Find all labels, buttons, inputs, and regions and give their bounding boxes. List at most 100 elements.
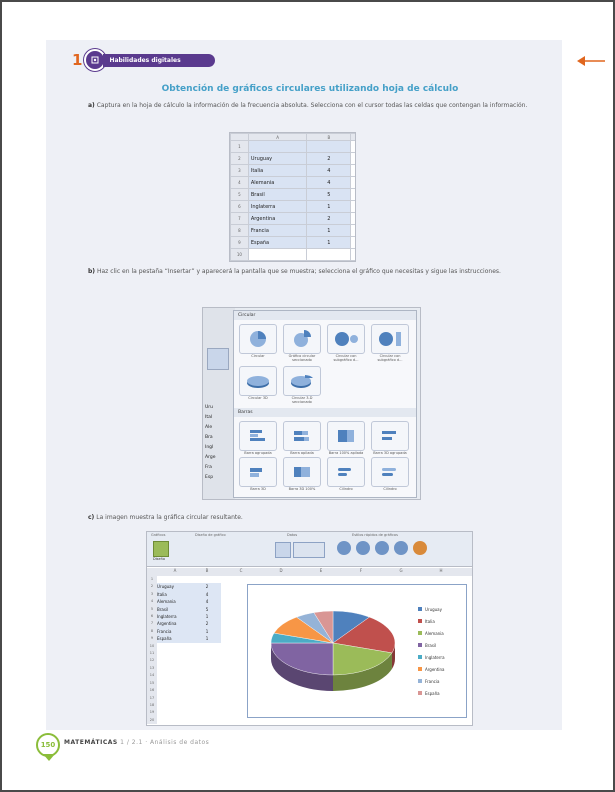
row-header[interactable]: 5	[147, 606, 157, 613]
chart-layout-icon[interactable]	[153, 541, 169, 557]
column-header[interactable]: A	[247, 133, 308, 141]
cell-country[interactable]	[157, 650, 193, 657]
cell-value[interactable]: 1	[306, 224, 352, 237]
row-header[interactable]: 18	[147, 702, 157, 709]
row-header[interactable]: 7	[147, 620, 157, 627]
cell-value[interactable]: 5	[193, 606, 221, 613]
gallery-item[interactable]: Barra apilada	[281, 421, 323, 455]
chart-style-icon[interactable]	[337, 541, 351, 555]
cell-value[interactable]: 4	[193, 591, 221, 598]
cell-value[interactable]: 1	[193, 628, 221, 635]
cell-value[interactable]	[193, 679, 221, 686]
chart-area[interactable]: Uruguay Italia Alemania Brasil Inglaterra Arg…	[247, 584, 467, 718]
chart-style-icon[interactable]	[394, 541, 408, 555]
cell-value[interactable]	[193, 716, 221, 723]
cell-country[interactable]: Francia	[247, 224, 308, 237]
cell-country[interactable]: Inglaterra	[157, 613, 193, 620]
cell-country[interactable]: Italia	[157, 591, 193, 598]
row-header[interactable]: 20	[147, 717, 157, 724]
row-header[interactable]: 3	[147, 591, 157, 598]
cell-country[interactable]	[157, 702, 193, 709]
cell-country[interactable]	[157, 679, 193, 686]
cell-value[interactable]	[193, 702, 221, 709]
cell-country[interactable]: España	[247, 236, 308, 249]
cell-value[interactable]: 2	[193, 620, 221, 627]
row-header[interactable]: 19	[147, 709, 157, 716]
cell-value[interactable]: 4	[306, 164, 352, 177]
cell-value[interactable]: 2	[306, 152, 352, 165]
gallery-item[interactable]: Barra 100% apilada	[325, 421, 367, 455]
gallery-item[interactable]: Barra 3D	[237, 457, 279, 491]
switch-data-icon[interactable]	[275, 542, 291, 558]
cell-value[interactable]: 5	[306, 188, 352, 201]
row-header[interactable]: 1	[147, 576, 157, 583]
cell-value[interactable]: 1	[306, 236, 352, 249]
gallery-item[interactable]: Circular 3D	[237, 366, 279, 404]
gallery-item[interactable]: Barra 3D agrupada	[369, 421, 411, 455]
gallery-item[interactable]: Cilindro	[325, 457, 367, 491]
cell-country[interactable]: Alemania	[247, 176, 308, 189]
select-data-icon[interactable]	[293, 542, 325, 558]
cell-value[interactable]	[193, 709, 221, 716]
cell-country[interactable]: Francia	[157, 628, 193, 635]
gallery-item[interactable]: Cilindro	[369, 457, 411, 491]
cell-country[interactable]	[157, 665, 193, 672]
cell-country[interactable]: Alemania	[157, 598, 193, 605]
column-header[interactable]: C	[350, 133, 355, 141]
cell-value[interactable]	[193, 687, 221, 694]
row-header[interactable]: 13	[147, 665, 157, 672]
column-header[interactable]: B	[306, 133, 352, 141]
cell-value[interactable]	[193, 665, 221, 672]
cell-value[interactable]	[193, 657, 221, 664]
row-header[interactable]: 14	[147, 672, 157, 679]
cell-country[interactable]: Italia	[247, 164, 308, 177]
row-header[interactable]: 17	[147, 695, 157, 702]
chart-type-icon[interactable]	[207, 348, 229, 370]
cell-value[interactable]: 2	[193, 583, 221, 590]
row-header[interactable]: 8	[147, 628, 157, 635]
row-header[interactable]: 4	[147, 598, 157, 605]
gallery-item[interactable]: Gráfico circular seccionado	[281, 324, 323, 362]
row-header[interactable]: 10	[147, 643, 157, 650]
chart-style-icon[interactable]	[356, 541, 370, 555]
cell-country[interactable]: España	[157, 635, 193, 642]
row-header[interactable]: 6	[147, 613, 157, 620]
cell-country[interactable]: Argentina	[157, 620, 193, 627]
cell-country[interactable]: Uruguay	[247, 152, 308, 165]
cell-country[interactable]	[157, 576, 193, 583]
cell-value[interactable]	[193, 694, 221, 701]
cell-value[interactable]: 1	[193, 635, 221, 642]
cell-value[interactable]: 4	[306, 176, 352, 189]
cell-value[interactable]	[193, 576, 221, 583]
cell-country[interactable]: Inglaterra	[247, 200, 308, 213]
chart-style-icon[interactable]	[375, 541, 389, 555]
cell-country[interactable]	[157, 687, 193, 694]
cell-country[interactable]	[157, 694, 193, 701]
cell-country[interactable]: Uruguay	[157, 583, 193, 590]
row-header[interactable]: 12	[147, 657, 157, 664]
row-header[interactable]: 2	[147, 583, 157, 590]
cell-value[interactable]: 4	[193, 598, 221, 605]
cell-value[interactable]	[193, 672, 221, 679]
gallery-item[interactable]: Circular con subgráfico d...	[369, 324, 411, 362]
cell-country[interactable]: Argentina	[247, 212, 308, 225]
cell-value[interactable]	[193, 643, 221, 650]
row-header[interactable]: 11	[147, 650, 157, 657]
cell-country[interactable]	[157, 709, 193, 716]
row-header[interactable]: 16	[147, 687, 157, 694]
cell-value[interactable]	[193, 650, 221, 657]
cell-country[interactable]	[157, 657, 193, 664]
cell-country[interactable]	[157, 643, 193, 650]
gallery-item[interactable]: Barra agrupada	[237, 421, 279, 455]
cell-value[interactable]: 1	[306, 200, 352, 213]
gallery-item[interactable]: Circular	[237, 324, 279, 362]
cell-country[interactable]: Brasil	[247, 188, 308, 201]
cell-country[interactable]	[157, 716, 193, 723]
cell-country[interactable]	[157, 672, 193, 679]
cell-value[interactable]: 2	[306, 212, 352, 225]
row-header[interactable]: 15	[147, 680, 157, 687]
gallery-item[interactable]: Circular con subgráfico d...	[325, 324, 367, 362]
gallery-item[interactable]: Circular 3-D seccionado	[281, 366, 323, 404]
cell-value[interactable]: 1	[193, 613, 221, 620]
gallery-item[interactable]: Barra 3D 100%	[281, 457, 323, 491]
